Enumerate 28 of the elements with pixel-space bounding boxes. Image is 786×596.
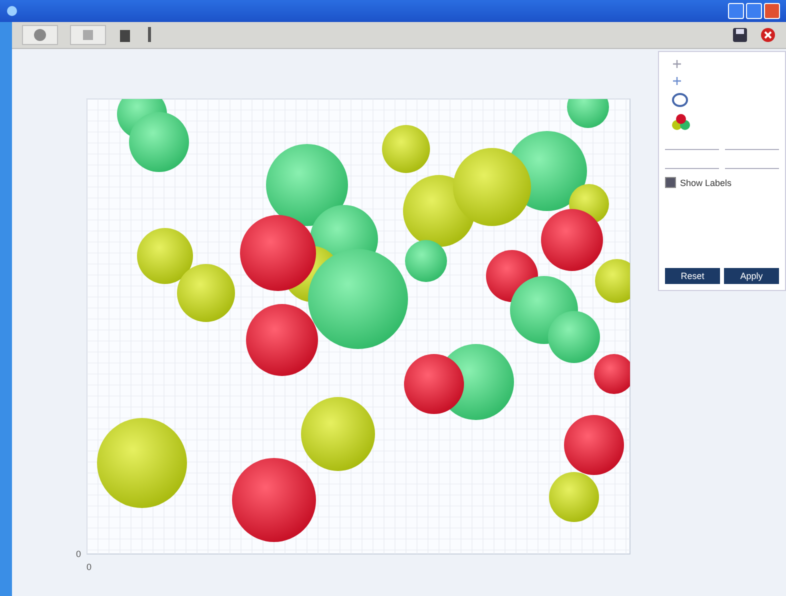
plus-icon: [671, 75, 683, 87]
bubble: [564, 415, 624, 475]
bubble: [549, 472, 599, 522]
bubbles-icon: [671, 113, 691, 131]
bubble: [567, 99, 609, 128]
cycle-icon: [671, 92, 689, 108]
close-icon[interactable]: [760, 27, 776, 43]
panel-button[interactable]: Apply: [724, 268, 779, 284]
bubble: [404, 354, 464, 414]
close-button[interactable]: [764, 3, 780, 19]
browser-icon: [6, 5, 18, 17]
checkbox[interactable]: [665, 177, 676, 188]
bubble: [137, 228, 193, 284]
y-axis-tick: 0: [76, 549, 81, 559]
save-icon[interactable]: [732, 27, 748, 43]
toolbar-button[interactable]: [70, 25, 106, 45]
x-axis-tick: 0: [86, 562, 92, 572]
panel-button[interactable]: Reset: [665, 268, 720, 284]
checkbox-label: Show Labels: [680, 178, 732, 188]
plus-icon: [671, 58, 683, 70]
bubble: [246, 304, 318, 376]
toolbar-button[interactable]: [22, 25, 58, 45]
page-icon: [81, 28, 95, 42]
globe-icon: [33, 28, 47, 42]
minimize-button[interactable]: [728, 3, 744, 19]
bubble: [382, 125, 430, 173]
bubble: [177, 264, 235, 322]
maximize-button[interactable]: [746, 3, 762, 19]
